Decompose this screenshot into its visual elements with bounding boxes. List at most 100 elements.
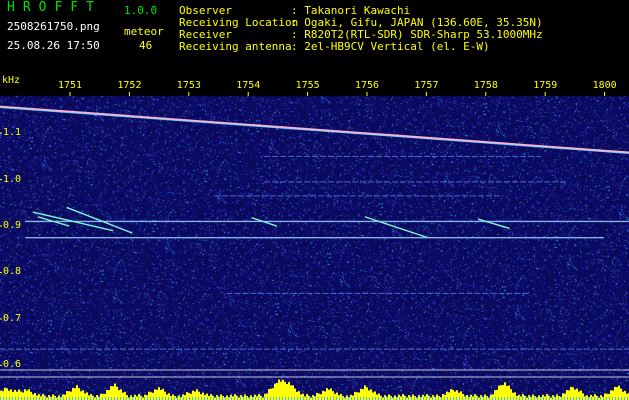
signal-bar [52,394,54,400]
signal-bar [622,391,624,400]
signal-bar [178,395,180,400]
signal-bar [220,394,222,400]
signal-bar [370,389,372,400]
y-axis-unit-label: kHz [2,75,21,86]
signal-bar [328,389,330,400]
signal-bar [292,385,294,400]
meteor-streak [477,218,510,230]
signal-bar [574,389,576,400]
signal-bar [364,385,366,400]
signal-bar [166,394,168,400]
x-tick-label: 1757 [414,80,439,91]
signal-bar [514,392,516,400]
signal-bar [202,392,204,400]
meteor-streak [364,216,428,239]
signal-bar [586,395,588,400]
signal-bar [172,394,174,400]
signal-bar [298,391,300,400]
signal-bar [136,396,138,400]
y-tick-label: 1.1 [3,127,22,139]
carrier-line-echo [0,107,629,155]
signal-bar [278,379,280,400]
signal-bar [70,391,72,400]
signal-bar [508,385,510,400]
signal-bar [196,389,198,400]
signal-bar [556,394,558,400]
signal-bar [232,396,234,400]
signal-bar [118,390,120,400]
signal-bar [394,395,396,400]
y-tick-label: 0.6 [3,359,22,371]
signal-bar [490,394,492,400]
signal-bar [274,383,276,400]
signal-bar [184,395,186,400]
signal-bar [562,393,564,400]
signal-bar [496,389,498,400]
signal-bar [316,392,318,400]
signal-bar [100,393,102,400]
signal-bar [412,394,414,400]
signal-bar [442,394,444,400]
signal-bar [400,396,402,400]
signal-bar [112,386,114,400]
x-tick-label: 1758 [473,80,498,91]
signal-bar [454,391,456,400]
signal-bar [76,385,78,400]
x-tick-label: 1756 [355,80,380,91]
signal-bar [538,395,540,400]
signal-bar [484,394,486,400]
signal-bar [466,395,468,400]
signal-bar [154,389,156,400]
signal-bar [250,395,252,400]
signal-bar [58,395,60,400]
signal-bar [190,393,192,400]
x-tick-label: 1755 [295,80,320,91]
signal-bar [568,390,570,400]
signal-bar [448,392,450,400]
y-tick-label: 1.0 [3,173,22,185]
signal-bar [40,396,42,400]
signal-bar [352,395,354,400]
signal-bar [592,396,594,400]
x-tick-label: 1754 [236,80,261,91]
signal-bar [388,394,390,400]
signal-bar [82,390,84,400]
signal-bar [520,396,522,400]
signal-bar [226,395,228,400]
signal-bar [124,391,126,400]
signal-bar [256,396,258,400]
signal-bar [604,393,606,400]
x-tick-label: 1800 [592,80,617,91]
signal-bar [610,390,612,400]
y-tick-label: 0.9 [3,220,22,232]
signal-bar [544,396,546,400]
signal-bar [130,395,132,400]
signal-bar [64,394,66,400]
x-tick-label: 1751 [58,80,83,91]
signal-bar [472,396,474,400]
carrier-line [0,105,629,154]
signal-bar [148,391,150,400]
signal-bar [322,390,324,400]
signal-bar [436,394,438,400]
signal-bar [580,390,582,400]
signal-bar [340,393,342,400]
signal-bar [22,392,24,400]
signal-bar [358,392,360,400]
signal-bar [88,395,90,400]
signal-bar [532,394,534,400]
signal-bar [34,393,36,400]
signal-bar [418,395,420,400]
signal-bar [268,389,270,400]
signal-bar [616,387,618,400]
y-tick-label: 0.8 [3,266,22,278]
signal-bar [460,391,462,400]
signal-bar [282,379,284,400]
meteor-streak [66,206,133,234]
signal-bar [280,381,282,400]
signal-bar [376,394,378,400]
x-tick-label: 1753 [176,80,201,91]
signal-bar [304,396,306,400]
signal-bar [16,391,18,400]
signal-bar [346,395,348,400]
